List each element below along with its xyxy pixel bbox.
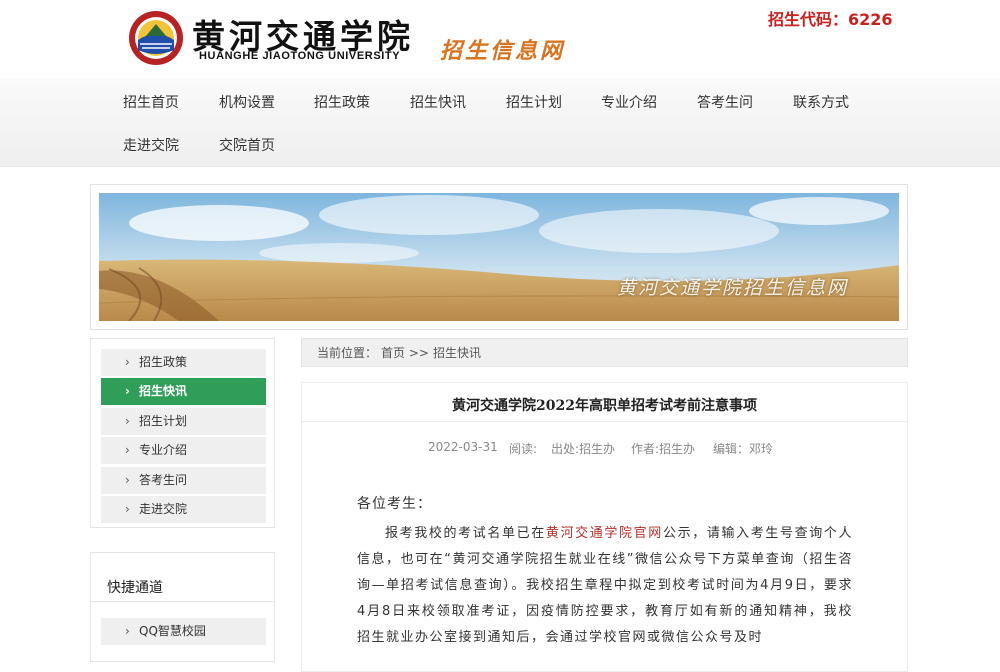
breadcrumb: 当前位置： 首页 >> 招生快讯	[301, 338, 908, 367]
sidebar-item-label: 招生快讯	[139, 384, 188, 398]
nav-item-home[interactable]: 招生首页	[123, 92, 179, 112]
chevron-right-icon: ›	[125, 414, 130, 428]
nav-item-organization[interactable]: 机构设置	[219, 92, 275, 112]
banner: 黄河交通学院招生信息网	[90, 184, 908, 330]
school-website-link[interactable]: 黄河交通学院官网	[546, 526, 663, 541]
breadcrumb-current-link[interactable]: 招生快讯	[433, 346, 481, 360]
nav-item-plan[interactable]: 招生计划	[506, 92, 562, 112]
nav-item-contact[interactable]: 联系方式	[793, 92, 849, 112]
divider	[91, 601, 274, 602]
sidebar-item-qa[interactable]: › 答考生问	[101, 467, 266, 494]
quick-links: 快捷通道 › QQ智慧校园	[90, 552, 275, 662]
chevron-right-icon: ›	[125, 384, 130, 398]
divider	[302, 421, 907, 422]
paragraph-text: 公示，请输入考生号查询个人信息，也可在“黄河交通学院招生就业在线”微信公众号下方…	[357, 526, 853, 645]
sidebar-item-label: 专业介绍	[139, 443, 188, 457]
breadcrumb-home-link[interactable]: 首页	[381, 346, 405, 360]
nav-item-majors[interactable]: 专业介绍	[601, 92, 657, 112]
quick-links-title: 快捷通道	[107, 580, 163, 596]
sidebar: › 招生政策 › 招生快讯 › 招生计划 › 专业介绍 › 答考生问 › 走进交…	[90, 338, 275, 528]
sidebar-item-about[interactable]: › 走进交院	[101, 496, 266, 523]
wheat-field-banner-image	[99, 193, 899, 321]
nav-item-school-home[interactable]: 交院首页	[219, 135, 275, 155]
article-paragraph: 报考我校的考试名单已在黄河交通学院官网公示，请输入考生号查询个人信息，也可在“黄…	[357, 521, 853, 651]
sidebar-item-label: 招生计划	[139, 414, 188, 428]
sidebar-item-plan[interactable]: › 招生计划	[101, 408, 266, 435]
school-name-en: HUANGHE JIAOTONG UNIVERSITY	[199, 50, 401, 62]
sidebar-item-label: 招生政策	[139, 355, 188, 369]
article-views: 阅读:	[509, 442, 538, 456]
nav-item-news[interactable]: 招生快讯	[410, 92, 466, 112]
chevron-right-icon: ›	[125, 624, 130, 638]
article-title: 黄河交通学院2022年高职单招考试考前注意事项	[452, 398, 757, 414]
site-header: 黄河交通学院 HUANGHE JIAOTONG UNIVERSITY 招生信息网…	[0, 0, 1000, 78]
nav-item-qa[interactable]: 答考生问	[697, 92, 753, 112]
article-date: 2022-03-31	[428, 440, 498, 454]
quick-link-label: QQ智慧校园	[139, 624, 206, 638]
chevron-right-icon: ›	[125, 473, 130, 487]
enrollment-code: 招生代码：6226	[768, 10, 893, 29]
sidebar-item-label: 走进交院	[139, 502, 188, 516]
article-source: 出处:招生办	[551, 442, 616, 456]
breadcrumb-separator: >>	[408, 346, 429, 360]
quick-link-qq-campus[interactable]: › QQ智慧校园	[101, 618, 266, 645]
site-name: 招生信息网	[440, 38, 566, 64]
article-author: 作者:招生办	[631, 442, 696, 456]
sidebar-item-policy[interactable]: › 招生政策	[101, 349, 266, 376]
chevron-right-icon: ›	[125, 355, 130, 369]
article-editor: 编辑：邓玲	[713, 442, 774, 456]
main-nav: 招生首页 机构设置 招生政策 招生快讯 招生计划 专业介绍 答考生问 联系方式 …	[0, 78, 1000, 167]
sidebar-item-majors[interactable]: › 专业介绍	[101, 437, 266, 464]
sidebar-item-label: 答考生问	[139, 473, 188, 487]
breadcrumb-label: 当前位置：	[317, 346, 378, 360]
article: 黄河交通学院2022年高职单招考试考前注意事项 2022-03-31 阅读: 出…	[301, 382, 908, 672]
paragraph-text: 报考我校的考试名单已在	[385, 526, 546, 541]
nav-item-policy[interactable]: 招生政策	[314, 92, 370, 112]
sidebar-item-news[interactable]: › 招生快讯	[101, 378, 266, 405]
article-greeting: 各位考生：	[357, 496, 432, 512]
school-emblem-icon	[129, 11, 183, 65]
banner-watermark: 黄河交通学院招生信息网	[617, 277, 849, 299]
nav-item-about[interactable]: 走进交院	[123, 135, 179, 155]
chevron-right-icon: ›	[125, 502, 130, 516]
chevron-right-icon: ›	[125, 443, 130, 457]
